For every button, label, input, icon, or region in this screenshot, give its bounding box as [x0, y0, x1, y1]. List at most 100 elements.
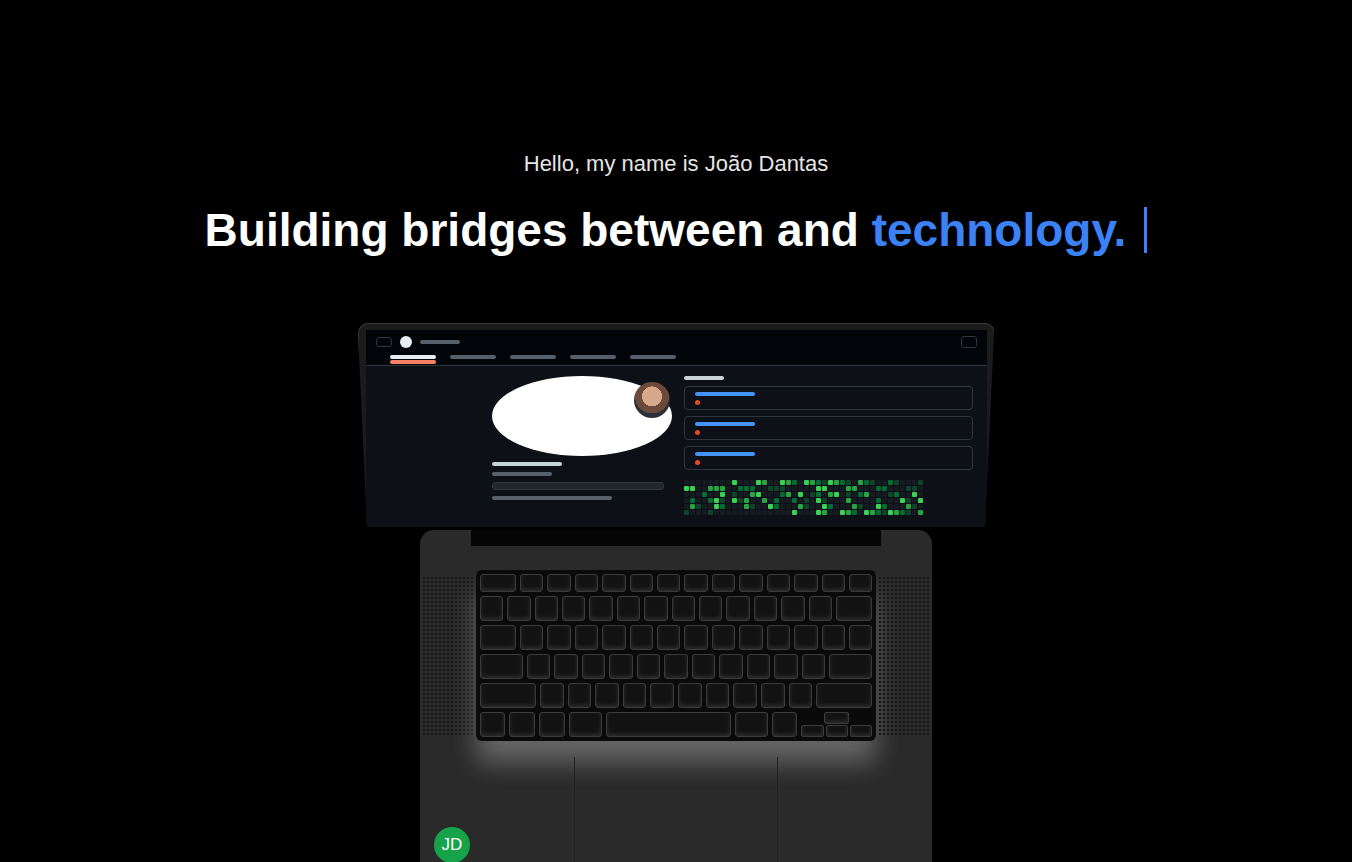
contribution-week	[918, 480, 923, 515]
key	[822, 574, 845, 592]
contribution-week	[882, 480, 887, 515]
key	[602, 625, 625, 650]
contribution-cell	[912, 480, 917, 485]
speaker-grille	[878, 576, 930, 735]
contribution-week	[780, 480, 785, 515]
key	[735, 712, 768, 737]
key	[589, 596, 612, 621]
contribution-cell	[696, 492, 701, 497]
key	[699, 596, 722, 621]
contribution-cell	[774, 492, 779, 497]
search-icon	[961, 336, 977, 348]
contribution-cell	[786, 492, 791, 497]
contribution-cell	[792, 492, 797, 497]
portfolio-page: Hello, my name is João DantasBuilding br…	[0, 0, 1352, 862]
key	[822, 625, 845, 650]
key	[829, 654, 872, 679]
screen-tab	[510, 355, 556, 359]
contribution-cell	[792, 510, 797, 515]
contribution-cell	[858, 492, 863, 497]
key	[726, 596, 749, 621]
contribution-week	[732, 480, 737, 515]
contribution-cell	[834, 510, 839, 515]
contribution-week	[822, 480, 827, 515]
contribution-cell	[708, 492, 713, 497]
contribution-cell	[714, 486, 719, 491]
key	[575, 574, 598, 592]
language-dot	[695, 400, 700, 405]
contribution-cell	[684, 498, 689, 503]
contribution-cell	[786, 486, 791, 491]
contribution-cell	[738, 504, 743, 509]
contribution-cell	[864, 486, 869, 491]
key	[767, 625, 790, 650]
contribution-cell	[816, 492, 821, 497]
laptop-hinge	[471, 530, 881, 546]
profile-name	[492, 462, 562, 466]
contribution-cell	[810, 492, 815, 497]
contribution-cell	[744, 480, 749, 485]
contribution-week	[756, 480, 761, 515]
contribution-cell	[876, 504, 881, 509]
key	[582, 654, 606, 679]
key-row	[480, 596, 872, 621]
contribution-cell	[882, 510, 887, 515]
avatar-badge[interactable]: JD	[434, 827, 470, 862]
speaker-grille	[422, 576, 474, 735]
screen-topbar	[376, 334, 977, 350]
contribution-cell	[762, 504, 767, 509]
contribution-cell	[900, 492, 905, 497]
contribution-cell	[708, 504, 713, 509]
contribution-cell	[780, 510, 785, 515]
contribution-cell	[822, 480, 827, 485]
screen-nav	[366, 330, 987, 366]
contribution-cell	[894, 486, 899, 491]
contribution-cell	[792, 498, 797, 503]
contribution-cell	[864, 492, 869, 497]
headline-highlight: technology.	[872, 200, 1127, 260]
logo-icon	[400, 336, 412, 348]
key	[535, 596, 558, 621]
contribution-cell	[870, 510, 875, 515]
contribution-week	[852, 480, 857, 515]
key	[480, 625, 516, 650]
contribution-week	[684, 480, 689, 515]
contribution-cell	[720, 486, 725, 491]
key	[520, 625, 543, 650]
contribution-cell	[846, 510, 851, 515]
contribution-cell	[744, 498, 749, 503]
key	[480, 654, 523, 679]
key	[575, 625, 598, 650]
key	[712, 574, 735, 592]
contribution-cell	[696, 510, 701, 515]
contribution-week	[720, 480, 725, 515]
contribution-week	[810, 480, 815, 515]
language-dot	[695, 460, 700, 465]
laptop-base	[420, 530, 932, 862]
contribution-week	[834, 480, 839, 515]
contribution-cell	[702, 510, 707, 515]
contribution-cell	[768, 480, 773, 485]
contribution-cell	[804, 486, 809, 491]
contribution-cell	[888, 492, 893, 497]
key	[602, 574, 625, 592]
contribution-week	[744, 480, 749, 515]
contribution-cell	[780, 480, 785, 485]
key	[767, 574, 790, 592]
key	[733, 683, 757, 708]
contribution-cell	[840, 504, 845, 509]
screen-pinned	[684, 376, 973, 527]
key	[617, 596, 640, 621]
key	[595, 683, 619, 708]
profile-followers	[492, 496, 612, 500]
contribution-cell	[714, 504, 719, 509]
contribution-cell	[726, 510, 731, 515]
contribution-cell	[702, 504, 707, 509]
contribution-week	[876, 480, 881, 515]
contribution-cell	[690, 510, 695, 515]
contribution-cell	[732, 492, 737, 497]
contribution-week	[792, 480, 797, 515]
contribution-cell	[720, 510, 725, 515]
contribution-cell	[900, 504, 905, 509]
contribution-cell	[900, 498, 905, 503]
